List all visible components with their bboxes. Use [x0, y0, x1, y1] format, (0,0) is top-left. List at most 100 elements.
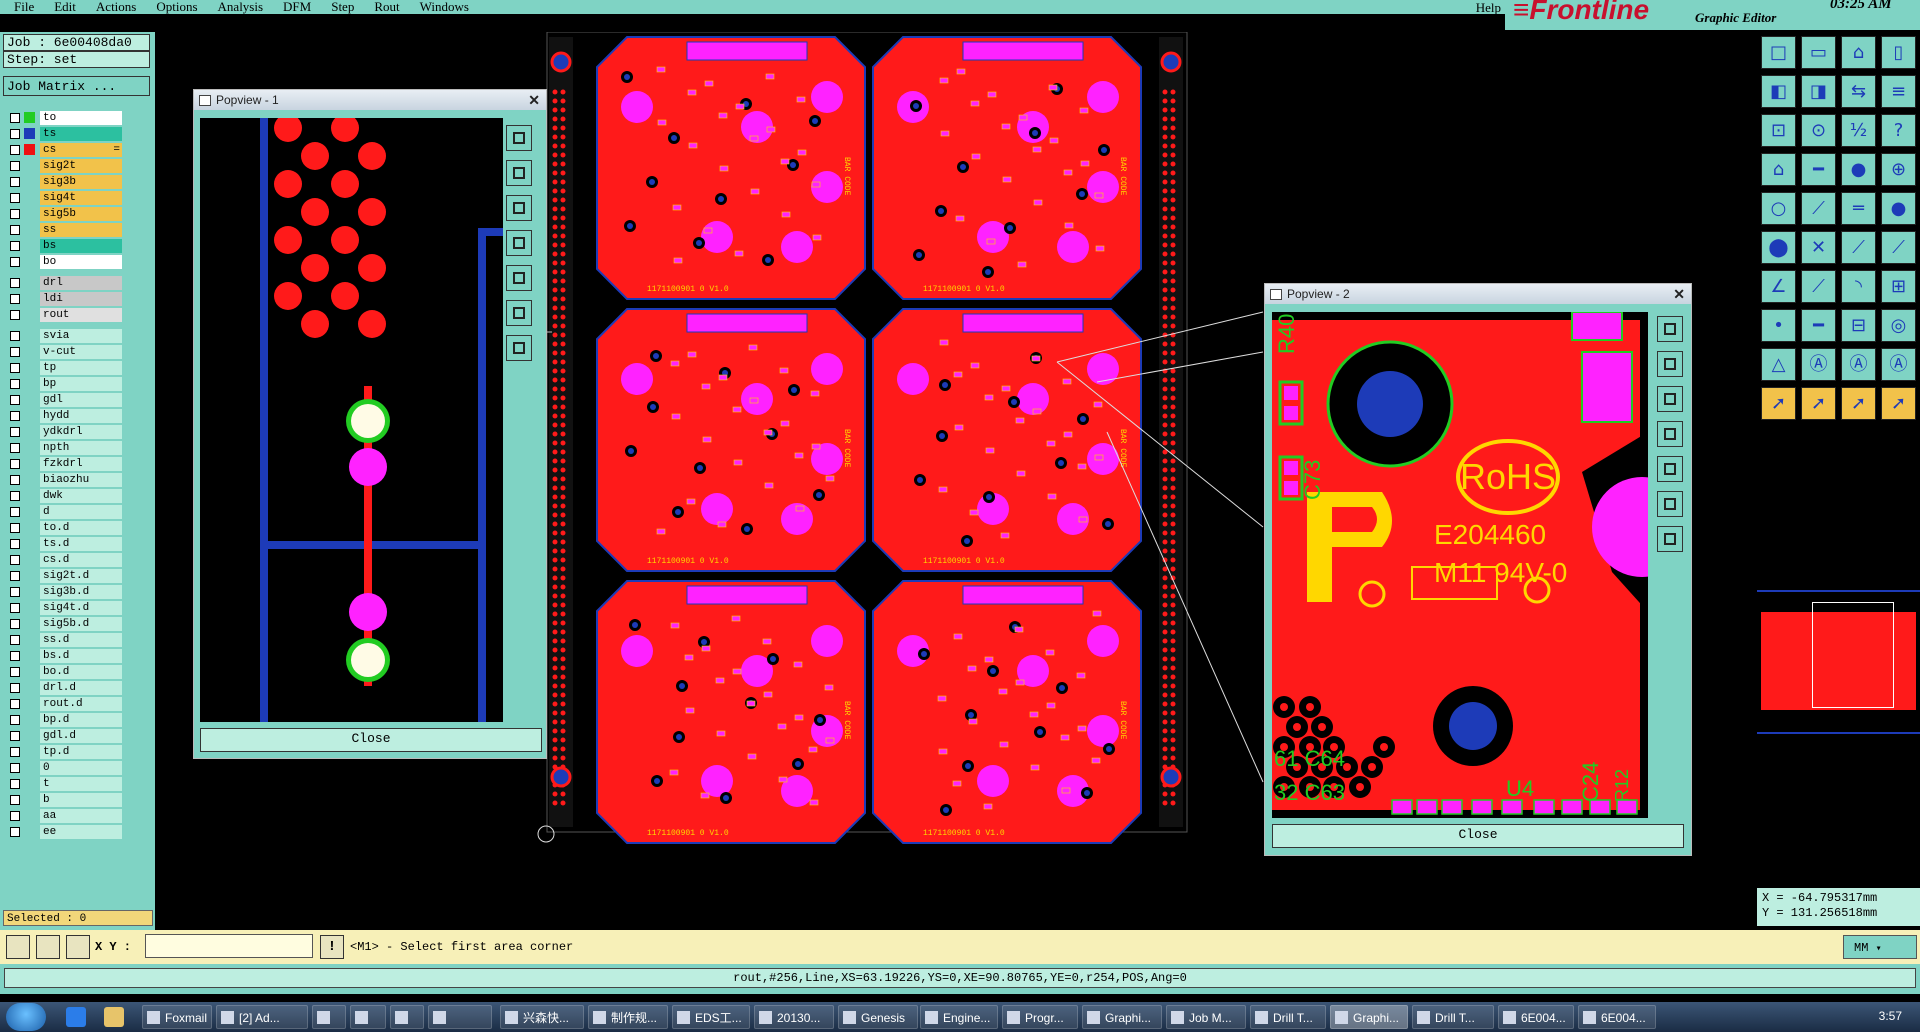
layer-name[interactable]: d [40, 505, 122, 519]
tool-measure-icon[interactable]: ⊟ [1841, 309, 1876, 342]
layer-color-swatch[interactable] [24, 128, 35, 139]
tool-fit-icon[interactable]: ⊡ [1761, 114, 1796, 147]
layer-name[interactable]: ss.d [40, 633, 122, 647]
taskbar-item[interactable]: 制作规... [588, 1005, 668, 1029]
layer-row[interactable]: gdl.d [4, 728, 124, 744]
layer-row[interactable]: bp.d [4, 712, 124, 728]
layer-checkbox[interactable] [10, 177, 20, 187]
layer-row[interactable]: fzkdrl [4, 456, 124, 472]
layer-row[interactable]: sig2t.d [4, 568, 124, 584]
layer-name[interactable]: tp.d [40, 745, 122, 759]
tool-pointer-multi-icon[interactable]: ➚ [1881, 387, 1916, 420]
layer-checkbox[interactable] [10, 395, 20, 405]
menu-options[interactable]: Options [156, 0, 197, 14]
zoom-home-icon[interactable] [1657, 316, 1683, 342]
layer-row[interactable]: sig3b [4, 174, 124, 190]
layer-checkbox[interactable] [10, 699, 20, 709]
layer-checkbox[interactable] [10, 779, 20, 789]
layer-checkbox[interactable] [10, 257, 20, 267]
layer-name[interactable]: drl [40, 276, 122, 290]
taskbar-item[interactable]: Drill T... [1412, 1005, 1494, 1029]
layer-row[interactable]: to.d [4, 520, 124, 536]
layer-row[interactable]: cs = [4, 142, 124, 158]
layer-row[interactable]: ts [4, 126, 124, 142]
layer-checkbox[interactable] [10, 571, 20, 581]
tool-minus-icon[interactable]: ━ [1801, 309, 1836, 342]
menu-help[interactable]: Help [1476, 0, 1501, 14]
layer-checkbox[interactable] [10, 651, 20, 661]
taskbar-item[interactable]: Graphi... [1082, 1005, 1162, 1029]
layer-row[interactable]: npth [4, 440, 124, 456]
close-icon[interactable]: ✕ [528, 90, 540, 110]
layer-name[interactable]: bp.d [40, 713, 122, 727]
layer-name[interactable]: sig4t.d [40, 601, 122, 615]
xy-input[interactable] [145, 934, 313, 958]
tool-node-icon[interactable]: ⬤ [1761, 231, 1796, 264]
layer-row[interactable]: biaozhu [4, 472, 124, 488]
layer-name[interactable]: cs [40, 143, 122, 157]
zoom-in-icon[interactable] [506, 300, 532, 326]
layer-checkbox[interactable] [10, 795, 20, 805]
taskbar-item[interactable] [312, 1005, 346, 1029]
ie-icon[interactable] [66, 1007, 86, 1027]
layer-row[interactable]: drl.d [4, 680, 124, 696]
layer-name[interactable]: bs.d [40, 649, 122, 663]
layer-row[interactable]: sig4t.d [4, 600, 124, 616]
taskbar-item[interactable]: Drill T... [1250, 1005, 1326, 1029]
layer-checkbox[interactable] [10, 459, 20, 469]
tool-arc-b-icon[interactable]: Ⓐ [1841, 348, 1876, 381]
layer-checkbox[interactable] [10, 379, 20, 389]
layer-name[interactable]: ee [40, 825, 122, 839]
layer-checkbox[interactable] [10, 294, 20, 304]
explorer-icon[interactable] [104, 1007, 124, 1027]
tool-home-icon[interactable]: ⌂ [1841, 36, 1876, 69]
menu-file[interactable]: File [14, 0, 34, 14]
layer-name[interactable]: cs.d [40, 553, 122, 567]
layer-row[interactable]: svia [4, 328, 124, 344]
layer-row[interactable]: ss.d [4, 632, 124, 648]
pan-down-icon[interactable] [1657, 386, 1683, 412]
tool-link-icon[interactable]: ⟋ [1841, 231, 1876, 264]
tool-arc-a-icon[interactable]: Ⓐ [1801, 348, 1836, 381]
layer-name[interactable]: sig2t.d [40, 569, 122, 583]
zoom-out-icon[interactable] [1657, 526, 1683, 552]
tool-copy-icon[interactable]: ▭ [1801, 36, 1836, 69]
layer-color-swatch[interactable] [24, 112, 35, 123]
taskbar-item[interactable]: Foxmail [142, 1005, 212, 1029]
layer-name[interactable]: fzkdrl [40, 457, 122, 471]
layer-name[interactable]: ts [40, 127, 122, 141]
pan-down-icon[interactable] [506, 195, 532, 221]
layer-checkbox[interactable] [10, 683, 20, 693]
layer-name[interactable]: sig2t [40, 159, 122, 173]
tool-diag-icon[interactable]: ⟋ [1801, 270, 1836, 303]
taskbar-item[interactable]: Progr... [1002, 1005, 1078, 1029]
zoom-in-icon[interactable] [1657, 491, 1683, 517]
tool-circle-icon[interactable]: ○ [1761, 192, 1796, 225]
layer-name[interactable]: sig3b [40, 175, 122, 189]
layer-checkbox[interactable] [10, 363, 20, 373]
layer-name[interactable]: sig4t [40, 191, 122, 205]
tool-pad-add-icon[interactable]: • [1761, 309, 1796, 342]
layer-name[interactable]: bp [40, 377, 122, 391]
tool-center-icon[interactable]: ⊙ [1801, 114, 1836, 147]
layer-row[interactable]: bo.d [4, 664, 124, 680]
layer-row[interactable]: dwk [4, 488, 124, 504]
layer-row[interactable]: sig3b.d [4, 584, 124, 600]
tool-grid-icon[interactable]: ⊞ [1881, 270, 1916, 303]
tool-move-right-icon[interactable]: ◨ [1801, 75, 1836, 108]
layer-row[interactable]: cs.d [4, 552, 124, 568]
popview-2-close-button[interactable]: Close [1272, 824, 1684, 848]
layer-name[interactable]: gdl [40, 393, 122, 407]
layer-name[interactable]: gdl.d [40, 729, 122, 743]
layer-name[interactable]: t [40, 777, 122, 791]
layer-row[interactable]: drl [4, 275, 124, 291]
units-select[interactable]: MM ▾ [1843, 935, 1917, 959]
popview-1-canvas[interactable] [200, 118, 503, 722]
layer-name[interactable]: rout.d [40, 697, 122, 711]
tool-list-icon[interactable]: ⌂ [1761, 153, 1796, 186]
layer-checkbox[interactable] [10, 193, 20, 203]
layer-checkbox[interactable] [10, 523, 20, 533]
layer-name[interactable]: 0 [40, 761, 122, 775]
menu-edit[interactable]: Edit [54, 0, 76, 14]
layer-checkbox[interactable] [10, 619, 20, 629]
